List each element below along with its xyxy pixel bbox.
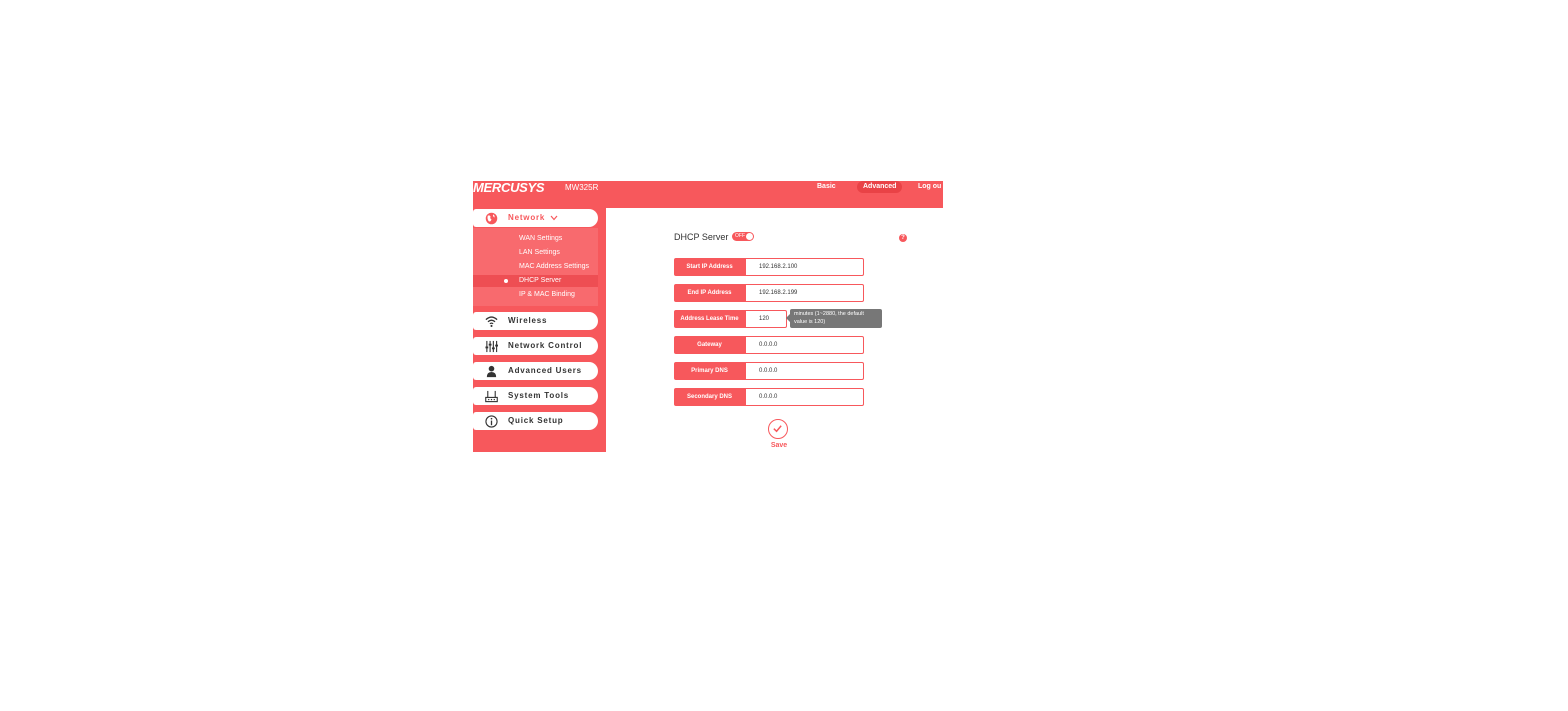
field-label: Primary DNS <box>674 362 745 380</box>
wifi-icon <box>485 316 498 327</box>
router-admin-window: MERCUSYS MW325R Basic Advanced Log ou Ne… <box>473 181 943 452</box>
tooltip-line: minutes (1~2880, the default <box>794 311 864 317</box>
toggle-state-text: OFF <box>735 233 745 239</box>
router-icon <box>485 390 498 403</box>
checkmark-icon <box>773 425 782 433</box>
tooltip-line: value is 120) <box>794 319 826 325</box>
toggle-knob <box>746 233 753 240</box>
submenu-wan-settings[interactable]: WAN Settings <box>473 233 598 245</box>
secondary-dns-input[interactable]: 0.0.0.0 <box>745 388 864 406</box>
submenu-label: WAN Settings <box>519 235 563 242</box>
nav-basic-link[interactable]: Basic <box>817 182 836 192</box>
submenu-label: IP & MAC Binding <box>519 291 575 298</box>
primary-dns-input[interactable]: 0.0.0.0 <box>745 362 864 380</box>
sidebar-item-label: Wireless <box>508 316 548 325</box>
sliders-icon <box>485 340 498 353</box>
field-label: End IP Address <box>674 284 745 302</box>
sidebar-item-wireless[interactable]: Wireless <box>473 312 598 330</box>
submenu-ip-mac-binding[interactable]: IP & MAC Binding <box>473 289 598 301</box>
user-icon <box>486 365 497 378</box>
sidebar-item-label: Network Control <box>508 341 583 350</box>
submenu-label: LAN Settings <box>519 249 560 256</box>
lease-time-tooltip: minutes (1~2880, the default value is 12… <box>786 309 882 328</box>
field-label: Start IP Address <box>674 258 745 276</box>
dhcp-toggle-switch[interactable]: OFF <box>732 232 754 241</box>
logout-link[interactable]: Log ou <box>918 182 941 192</box>
globe-icon <box>485 212 498 225</box>
gateway-input[interactable]: 0.0.0.0 <box>745 336 864 354</box>
submenu-mac-address-settings[interactable]: MAC Address Settings <box>473 261 598 273</box>
field-label: Secondary DNS <box>674 388 745 406</box>
sidebar-item-label: Quick Setup <box>508 416 564 425</box>
sidebar-item-advanced-users[interactable]: Advanced Users <box>473 362 598 380</box>
sidebar-item-label: Advanced Users <box>508 366 582 375</box>
brand-logo: MERCUSYS <box>473 181 545 195</box>
end-ip-input[interactable]: 192.168.2.199 <box>745 284 864 302</box>
field-label: Gateway <box>674 336 745 354</box>
sidebar-item-label: System Tools <box>508 391 570 400</box>
nav-advanced-link[interactable]: Advanced <box>857 181 903 193</box>
page-title: DHCP Server <box>674 232 729 242</box>
sidebar-item-network-control[interactable]: Network Control <box>473 337 598 355</box>
save-button[interactable] <box>768 419 788 439</box>
sidebar: Network WAN Settings LAN Settings MAC Ad… <box>473 208 606 452</box>
chevron-down-icon <box>550 215 558 221</box>
lease-time-input[interactable]: 120 <box>745 310 787 328</box>
model-name: MW325R <box>565 183 599 192</box>
submenu-label: DHCP Server <box>519 277 562 284</box>
submenu-label: MAC Address Settings <box>519 263 590 270</box>
network-submenu: WAN Settings LAN Settings MAC Address Se… <box>473 228 598 306</box>
sidebar-item-quick-setup[interactable]: Quick Setup <box>473 412 598 430</box>
field-label: Address Lease Time <box>674 310 745 328</box>
save-label[interactable]: Save <box>769 441 789 451</box>
submenu-lan-settings[interactable]: LAN Settings <box>473 247 598 259</box>
sidebar-item-system-tools[interactable]: System Tools <box>473 387 598 405</box>
sidebar-item-label: Network <box>508 213 546 222</box>
main-content: DHCP Server OFF ? Start IP Address 192.1… <box>606 208 943 452</box>
top-header: MERCUSYS MW325R Basic Advanced Log ou <box>473 181 943 208</box>
active-dot-icon <box>504 279 508 283</box>
help-icon[interactable]: ? <box>899 234 907 242</box>
sidebar-item-network[interactable]: Network <box>473 209 598 227</box>
submenu-dhcp-server[interactable]: DHCP Server <box>473 275 598 287</box>
start-ip-input[interactable]: 192.168.2.100 <box>745 258 864 276</box>
info-icon <box>485 415 498 428</box>
